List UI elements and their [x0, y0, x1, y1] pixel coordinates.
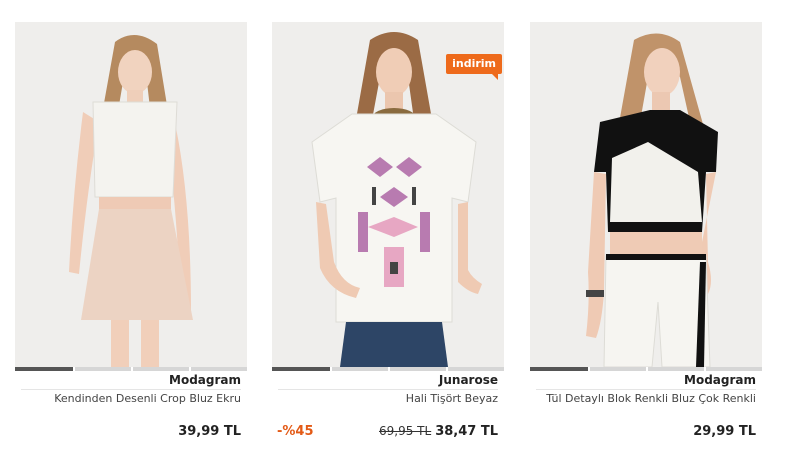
pager-divider [73, 367, 75, 371]
pager-active-segment [15, 367, 73, 371]
product-card[interactable]: Modagram Kendinden Desenli Crop Bluz Ekr… [15, 0, 247, 450]
product-price-block: 69,95 TL 38,47 TL [379, 424, 498, 439]
product-card[interactable]: indirim Junarose Hali Tişört Beyaz -%45 … [272, 0, 504, 450]
product-brand[interactable]: Modagram [169, 373, 241, 387]
product-price: 38,47 TL [435, 424, 498, 439]
product-brand[interactable]: Modagram [684, 373, 756, 387]
pager-divider [588, 367, 590, 371]
pager-divider [704, 367, 706, 371]
pager-divider [646, 367, 648, 371]
product-name[interactable]: Tül Detaylı Blok Renkli Bluz Çok Renkli [546, 392, 756, 405]
model-photo-illustration [530, 22, 762, 367]
discount-percent: -%45 [277, 424, 314, 439]
model-photo-illustration [15, 22, 247, 367]
pager-divider [446, 367, 448, 371]
product-price: 29,99 TL [693, 424, 756, 439]
product-name[interactable]: Hali Tişört Beyaz [406, 392, 498, 405]
sale-badge: indirim [446, 54, 502, 80]
image-pager [530, 367, 762, 371]
pager-divider [388, 367, 390, 371]
pager-divider [330, 367, 332, 371]
pager-divider [131, 367, 133, 371]
pager-divider [189, 367, 191, 371]
image-pager [272, 367, 504, 371]
divider [21, 389, 241, 390]
pager-active-segment [530, 367, 588, 371]
product-brand[interactable]: Junarose [439, 373, 498, 387]
divider [536, 389, 756, 390]
image-pager [15, 367, 247, 371]
old-price: 69,95 TL [379, 424, 432, 438]
product-name[interactable]: Kendinden Desenli Crop Bluz Ekru [54, 392, 241, 405]
product-price: 39,99 TL [178, 424, 241, 439]
product-image[interactable] [530, 22, 762, 367]
product-image[interactable]: indirim [272, 22, 504, 367]
pager-active-segment [272, 367, 330, 371]
product-image[interactable] [15, 22, 247, 367]
product-card[interactable]: Modagram Tül Detaylı Blok Renkli Bluz Ço… [530, 0, 762, 450]
divider [278, 389, 498, 390]
